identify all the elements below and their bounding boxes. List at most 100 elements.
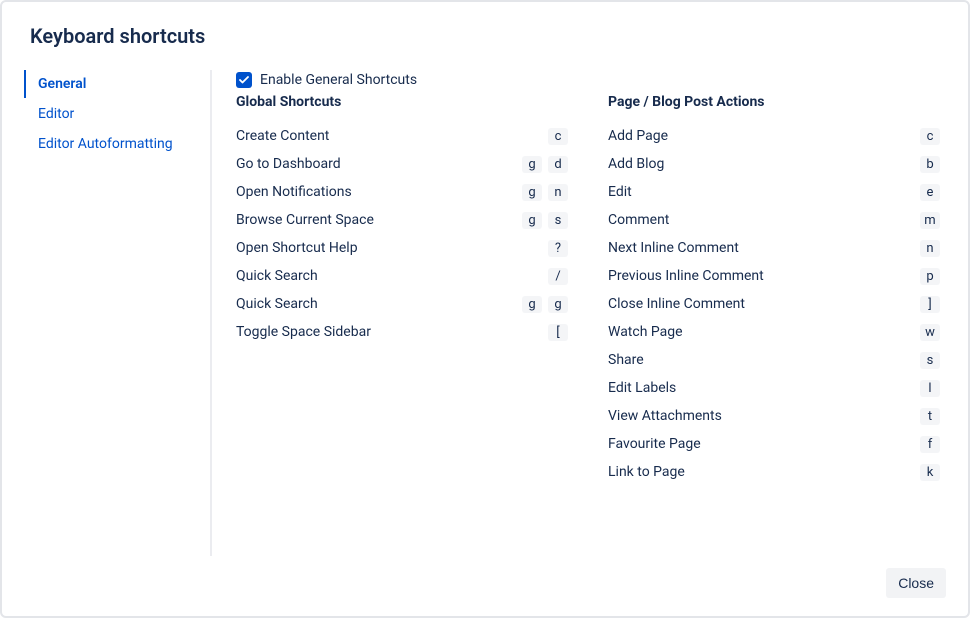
- dialog-header: Keyboard shortcuts: [2, 2, 968, 56]
- key: s: [920, 352, 940, 369]
- column-header: Page / Blog Post Actions: [608, 92, 940, 110]
- shortcut-keys: gg: [522, 296, 568, 313]
- column-header: Global Shortcuts: [236, 92, 568, 110]
- shortcut-keys: p: [920, 268, 940, 285]
- key: g: [522, 296, 542, 313]
- shortcut-column: Page / Blog Post Actions Add Page c Add Blo…: [608, 92, 940, 490]
- columns: Global Shortcuts Create Content c Go to Das…: [236, 92, 940, 490]
- shortcut-row: Open Notifications gn: [236, 182, 568, 202]
- shortcut-label: Next Inline Comment: [608, 240, 739, 256]
- shortcut-keys: m: [920, 212, 940, 229]
- shortcut-row: View Attachments t: [608, 406, 940, 426]
- key: c: [548, 128, 568, 145]
- shortcut-row: Close Inline Comment]: [608, 294, 940, 314]
- shortcut-column: Global Shortcuts Create Content c Go to Das…: [236, 92, 568, 490]
- shortcut-label: Quick Search: [236, 296, 318, 312]
- shortcut-row: Browse Current Space gs: [236, 210, 568, 230]
- key: c: [920, 128, 940, 145]
- shortcut-label: View Attachments: [608, 408, 722, 424]
- shortcut-label: Open Notifications: [236, 184, 352, 200]
- shortcut-row: Watch Page w: [608, 322, 940, 342]
- key: n: [548, 184, 568, 201]
- shortcut-label: Edit Labels: [608, 380, 676, 396]
- shortcut-row: Share s: [608, 350, 940, 370]
- shortcut-keys: e: [920, 184, 940, 201]
- enable-label: Enable General Shortcuts: [260, 72, 417, 88]
- shortcut-keys: gn: [522, 184, 568, 201]
- shortcut-row: Add Page c: [608, 126, 940, 146]
- key: k: [920, 464, 940, 481]
- check-icon: [239, 76, 249, 84]
- key: n: [920, 240, 940, 257]
- shortcut-label: Browse Current Space: [236, 212, 374, 228]
- key: g: [522, 212, 542, 229]
- shortcut-row: Favourite Page f: [608, 434, 940, 454]
- key: /: [548, 268, 568, 285]
- shortcut-keys: gs: [522, 212, 568, 229]
- shortcut-row: Add Blog b: [608, 154, 940, 174]
- tab-item[interactable]: General: [24, 70, 206, 98]
- shortcut-label: Watch Page: [608, 324, 683, 340]
- shortcut-row: Create Content c: [236, 126, 568, 146]
- key: t: [920, 408, 940, 425]
- shortcut-row: Previous Inline Comment p: [608, 266, 940, 286]
- key: g: [522, 184, 542, 201]
- close-button[interactable]: Close: [886, 568, 946, 598]
- keyboard-shortcuts-dialog: Keyboard shortcuts GeneralEditorEditor A…: [0, 0, 970, 618]
- enable-row: Enable General Shortcuts: [236, 72, 940, 88]
- shortcut-keys: t: [920, 408, 940, 425]
- dialog-title: Keyboard shortcuts: [30, 24, 940, 48]
- shortcut-row: Go to Dashboardgd: [236, 154, 568, 174]
- shortcut-row: Quick Search /: [236, 266, 568, 286]
- key: g: [548, 296, 568, 313]
- shortcut-keys: l: [920, 380, 940, 397]
- shortcut-keys: c: [920, 128, 940, 145]
- shortcut-label: Quick Search: [236, 268, 318, 284]
- shortcut-row: Quick Search gg: [236, 294, 568, 314]
- shortcut-keys: [: [548, 324, 568, 341]
- tab-item[interactable]: Editor Autoformatting: [24, 130, 206, 158]
- shortcut-label: Previous Inline Comment: [608, 268, 764, 284]
- shortcut-keys: w: [920, 324, 940, 341]
- key: l: [920, 380, 940, 397]
- shortcut-label: Add Page: [608, 128, 668, 144]
- shortcut-keys: ?: [548, 240, 568, 257]
- shortcut-label: Edit: [608, 184, 632, 200]
- dialog-footer: Close: [2, 556, 968, 616]
- shortcut-label: Create Content: [236, 128, 329, 144]
- shortcut-row: Link to Page k: [608, 462, 940, 482]
- key: m: [920, 212, 940, 229]
- shortcut-keys: s: [920, 352, 940, 369]
- dialog-body: GeneralEditorEditor Autoformatting Enabl…: [2, 56, 968, 556]
- shortcut-row: Open Shortcut Help?: [236, 238, 568, 258]
- key: p: [920, 268, 940, 285]
- shortcut-label: Toggle Space Sidebar: [236, 324, 371, 340]
- shortcut-keys: f: [920, 436, 940, 453]
- shortcut-keys: n: [920, 240, 940, 257]
- shortcut-row: Edit e: [608, 182, 940, 202]
- shortcut-label: Open Shortcut Help: [236, 240, 358, 256]
- key: f: [920, 436, 940, 453]
- shortcut-keys: c: [548, 128, 568, 145]
- content: Enable General Shortcuts Global Shortcut…: [212, 70, 940, 556]
- shortcut-label: Share: [608, 352, 644, 368]
- shortcut-keys: b: [920, 156, 940, 173]
- shortcut-keys: ]: [920, 296, 940, 313]
- key: g: [522, 156, 542, 173]
- key: b: [920, 156, 940, 173]
- shortcut-keys: /: [548, 268, 568, 285]
- tab-item[interactable]: Editor: [24, 100, 206, 128]
- key: e: [920, 184, 940, 201]
- shortcut-label: Add Blog: [608, 156, 664, 172]
- shortcut-label: Close Inline Comment: [608, 296, 745, 312]
- enable-checkbox[interactable]: [236, 72, 252, 88]
- shortcut-keys: k: [920, 464, 940, 481]
- shortcut-label: Favourite Page: [608, 436, 701, 452]
- key: s: [548, 212, 568, 229]
- key: w: [920, 324, 940, 341]
- key: d: [548, 156, 568, 173]
- shortcut-label: Link to Page: [608, 464, 685, 480]
- shortcut-label: Comment: [608, 212, 669, 228]
- key: ?: [548, 240, 568, 257]
- shortcut-keys: gd: [522, 156, 568, 173]
